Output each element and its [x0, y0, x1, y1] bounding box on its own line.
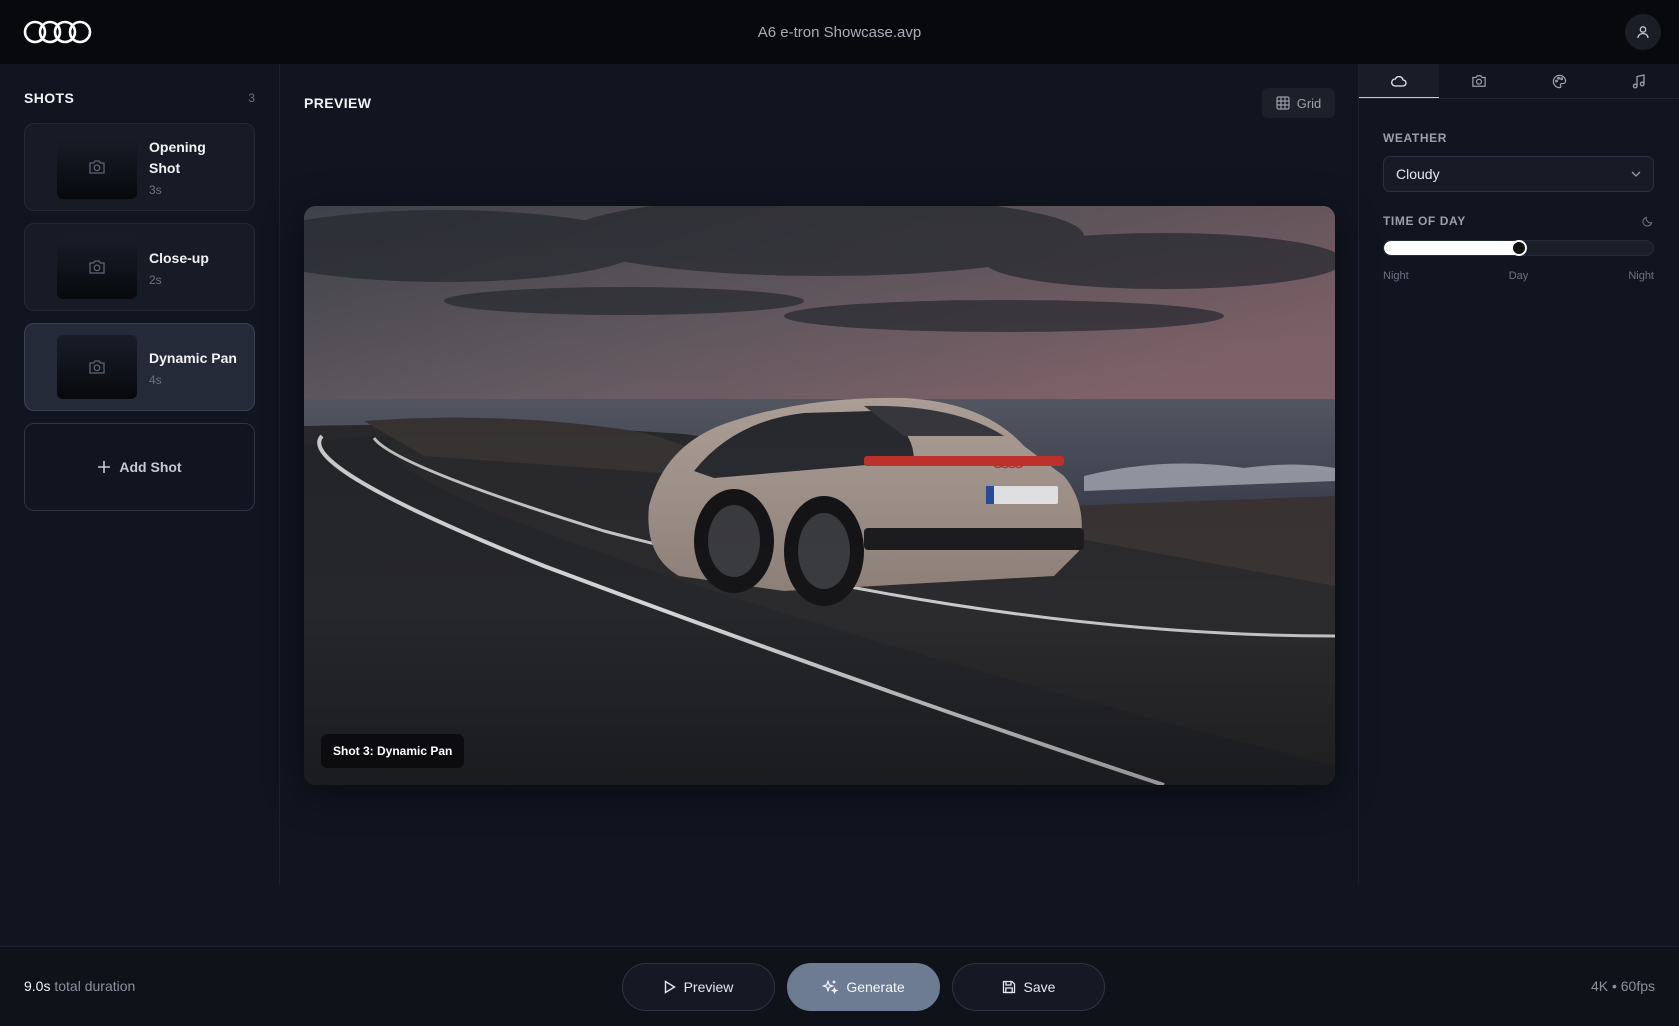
preview-viewport[interactable]: Shot 3: Dynamic Pan — [304, 206, 1335, 785]
add-shot-button[interactable]: Add Shot — [24, 423, 255, 511]
shot-duration: 3s — [149, 183, 162, 197]
preview-button[interactable]: Preview — [622, 963, 775, 1011]
shot-name: Close-up — [149, 249, 209, 266]
shot-duration: 2s — [149, 272, 162, 287]
generate-button[interactable]: Generate — [787, 963, 940, 1011]
slider-thumb[interactable] — [1510, 240, 1527, 256]
weather-label: WEATHER — [1383, 131, 1447, 145]
settings-tabs — [1359, 64, 1679, 99]
total-duration-value: 9.0s — [24, 978, 51, 994]
preview-button-label: Preview — [683, 979, 734, 995]
slider-ticks: Night Day Night — [1383, 270, 1654, 282]
shot-thumbnail — [57, 335, 137, 399]
bottom-bar: 9.0s total duration Preview Generate Sav… — [0, 946, 1679, 1026]
weather-value: Cloudy — [1396, 166, 1440, 182]
four-rings-logo[interactable] — [23, 18, 93, 46]
tick-night-start: Night — [1383, 270, 1409, 282]
shot-duration: 4s — [149, 372, 162, 387]
play-icon — [664, 980, 676, 994]
shot-thumbnail — [57, 235, 137, 299]
tab-color[interactable] — [1519, 64, 1599, 98]
grid-toggle-button[interactable]: Grid — [1262, 88, 1335, 118]
top-bar: A6 e-tron Showcase.avp — [0, 0, 1679, 64]
preview-area: PREVIEW Grid Shot 3: Dynamic Pan — [280, 64, 1358, 884]
document-title: A6 e-tron Showcase.avp — [757, 23, 922, 41]
action-buttons: Preview Generate Save — [622, 963, 1105, 1011]
settings-panel: WEATHER Cloudy TIME OF DAY Night Day Nig… — [1358, 64, 1679, 884]
tick-day: Day — [1508, 270, 1529, 282]
add-shot-label: Add Shot — [119, 459, 182, 475]
shot-card-opening[interactable]: Opening Shot 3s — [24, 123, 255, 211]
shot-card-closeup[interactable]: Close-up 2s — [24, 223, 255, 311]
save-button[interactable]: Save — [952, 963, 1105, 1011]
chevron-down-icon — [1631, 171, 1641, 177]
current-shot-label: Shot 3: Dynamic Pan — [321, 734, 465, 768]
shot-name: Opening Shot — [149, 139, 206, 176]
camera-icon — [89, 160, 105, 174]
palette-icon — [1552, 74, 1566, 88]
shot-thumbnail — [57, 135, 137, 199]
save-button-label: Save — [1023, 979, 1056, 995]
plus-icon — [98, 461, 111, 473]
tab-music[interactable] — [1599, 64, 1679, 98]
moon-icon[interactable] — [1642, 216, 1653, 227]
car-scene-image — [304, 206, 1335, 785]
camera-icon — [1472, 75, 1486, 87]
shots-sidebar: SHOTS 3 Opening Shot 3s Close-up 2s Dyna… — [0, 64, 280, 884]
camera-icon — [89, 360, 105, 374]
music-icon — [1632, 73, 1645, 88]
save-icon — [1002, 980, 1015, 994]
user-icon — [1637, 26, 1649, 39]
shots-title: SHOTS — [24, 90, 75, 106]
sparkles-icon — [822, 979, 839, 995]
cloud-icon — [1391, 75, 1407, 87]
tab-weather[interactable] — [1359, 64, 1439, 98]
time-of-day-label: TIME OF DAY — [1383, 214, 1466, 228]
grid-icon — [1276, 96, 1290, 110]
user-button[interactable] — [1625, 14, 1661, 50]
shots-count: 3 — [248, 91, 255, 105]
output-specs: 4K • 60fps — [1590, 978, 1655, 994]
total-duration: 9.0s total duration — [24, 978, 135, 994]
shot-name: Dynamic Pan — [149, 349, 237, 366]
tick-night-end: Night — [1628, 270, 1654, 282]
slider-fill — [1384, 241, 1519, 255]
grid-label: Grid — [1296, 95, 1322, 111]
shot-card-dynamic-pan[interactable]: Dynamic Pan 4s — [24, 323, 255, 411]
camera-icon — [89, 260, 105, 274]
total-duration-label: total duration — [54, 978, 136, 994]
generate-button-label: Generate — [846, 979, 905, 995]
tab-camera[interactable] — [1439, 64, 1519, 98]
weather-select[interactable]: Cloudy — [1383, 156, 1654, 192]
preview-title: PREVIEW — [304, 95, 372, 111]
